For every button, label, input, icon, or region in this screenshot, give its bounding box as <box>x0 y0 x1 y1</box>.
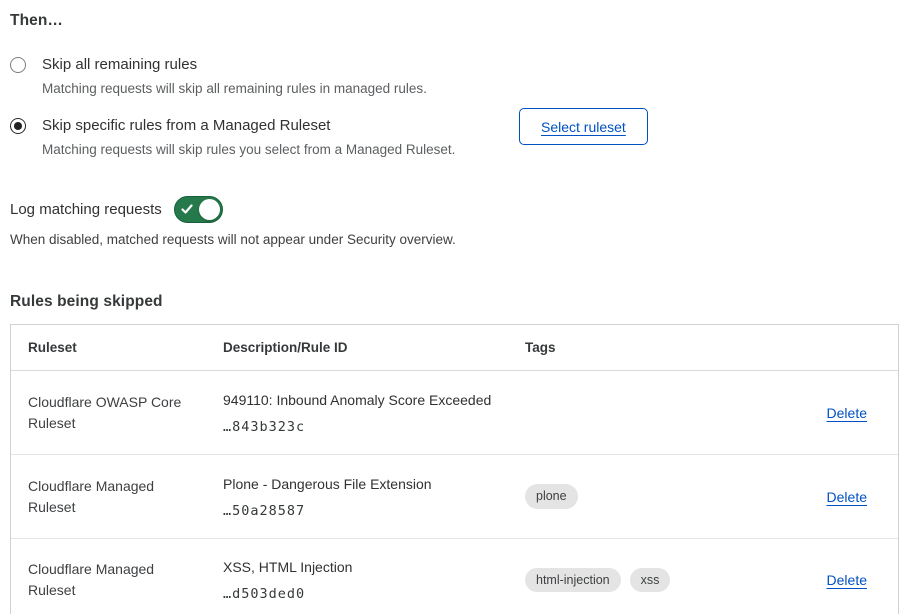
tag-badge: html-injection <box>525 568 621 593</box>
ruleset-cell: Cloudflare OWASP Core Ruleset <box>11 371 223 454</box>
description-cell: XSS, HTML Injection …d503ded0 <box>223 539 525 614</box>
table-row: Cloudflare OWASP Core Ruleset 949110: In… <box>11 371 898 455</box>
check-icon <box>181 203 193 215</box>
table-row: Cloudflare Managed Ruleset XSS, HTML Inj… <box>11 539 898 614</box>
actions-cell: Delete <box>745 539 898 614</box>
then-heading: Then… <box>10 12 899 30</box>
rule-description: XSS, HTML Injection <box>223 558 509 577</box>
log-matching-toggle[interactable] <box>174 196 223 223</box>
rule-id: …d503ded0 <box>223 586 509 602</box>
log-matching-label: Log matching requests <box>10 201 162 218</box>
ruleset-cell: Cloudflare Managed Ruleset <box>11 455 223 538</box>
tag-badge: xss <box>630 568 671 593</box>
log-matching-row: Log matching requests <box>10 196 899 223</box>
description-cell: Plone - Dangerous File Extension …50a285… <box>223 455 525 538</box>
rule-id: …843b323c <box>223 419 509 435</box>
rule-description: 949110: Inbound Anomaly Score Exceeded <box>223 391 509 410</box>
column-header-ruleset: Ruleset <box>11 325 223 370</box>
tags-cell: html-injection xss <box>525 539 745 614</box>
rule-id: …50a28587 <box>223 503 509 519</box>
option-skip-specific-label[interactable]: Skip specific rules from a Managed Rules… <box>42 115 455 136</box>
tag-badge: plone <box>525 484 578 509</box>
rule-description: Plone - Dangerous File Extension <box>223 475 509 494</box>
column-header-actions <box>745 325 898 370</box>
delete-link[interactable]: Delete <box>827 405 867 421</box>
option-skip-all-description: Matching requests will skip all remainin… <box>42 79 427 98</box>
table-header-row: Ruleset Description/Rule ID Tags <box>11 325 898 371</box>
radio-skip-specific[interactable] <box>10 118 26 134</box>
option-skip-all-label[interactable]: Skip all remaining rules <box>42 54 427 75</box>
radio-skip-all-remaining[interactable] <box>10 57 26 73</box>
delete-link[interactable]: Delete <box>827 489 867 505</box>
option-skip-specific: Skip specific rules from a Managed Rules… <box>10 115 899 159</box>
column-header-tags: Tags <box>525 325 745 370</box>
table-row: Cloudflare Managed Ruleset Plone - Dange… <box>11 455 898 539</box>
skipped-rules-table: Ruleset Description/Rule ID Tags Cloudfl… <box>10 324 899 614</box>
description-cell: 949110: Inbound Anomaly Score Exceeded …… <box>223 371 525 454</box>
actions-cell: Delete <box>745 455 898 538</box>
delete-link[interactable]: Delete <box>827 572 867 588</box>
rules-being-skipped-heading: Rules being skipped <box>10 293 899 311</box>
toggle-knob <box>199 199 220 220</box>
tags-cell <box>525 371 745 454</box>
log-matching-help: When disabled, matched requests will not… <box>10 232 899 247</box>
option-skip-all-remaining: Skip all remaining rules Matching reques… <box>10 54 899 98</box>
waf-then-panel: Then… Skip all remaining rules Matching … <box>0 0 911 614</box>
tags-cell: plone <box>525 455 745 538</box>
actions-cell: Delete <box>745 371 898 454</box>
option-skip-specific-description: Matching requests will skip rules you se… <box>42 140 455 159</box>
select-ruleset-button[interactable]: Select ruleset <box>519 108 648 145</box>
ruleset-cell: Cloudflare Managed Ruleset <box>11 539 223 614</box>
column-header-description: Description/Rule ID <box>223 325 525 370</box>
